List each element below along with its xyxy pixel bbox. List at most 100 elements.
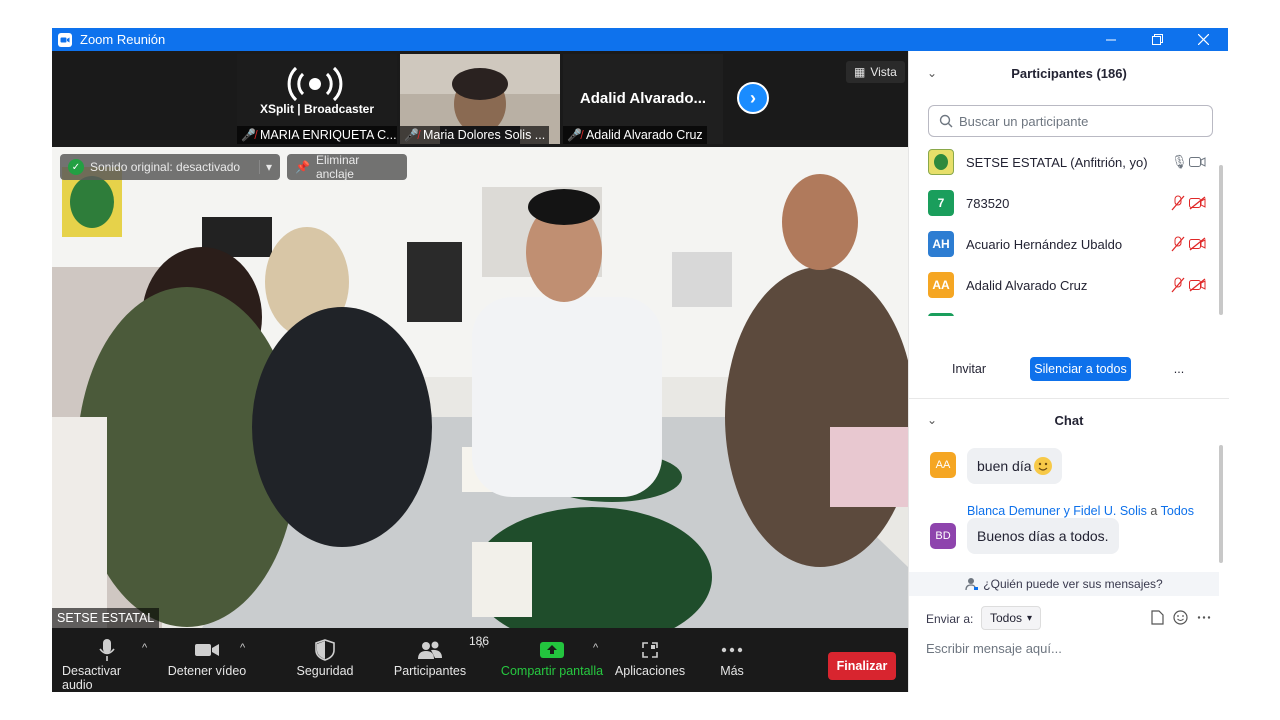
who-can-see-text: ¿Quién puede ver sus mensajes? <box>983 577 1163 591</box>
chevron-down-icon[interactable]: ⌄ <box>927 66 937 80</box>
mute-audio-button[interactable]: Desactivar audio <box>62 636 152 692</box>
participants-icon <box>418 641 442 659</box>
thumbnail-name-text: MARIA ENRIQUETA C... <box>259 128 397 142</box>
main-video[interactable]: ✓ Sonido original: desactivado ▾ 📌 Elimi… <box>52 147 908 628</box>
more-button[interactable]: Más <box>712 636 752 678</box>
minimize-button[interactable] <box>1088 28 1134 51</box>
video-off-icon <box>1189 196 1206 210</box>
participant-avatar: AA <box>928 272 954 298</box>
thumbnail-name: 🎤̸ MARIA ENRIQUETA C... <box>237 126 397 144</box>
original-sound-label: Sonido original: desactivado <box>90 160 241 174</box>
send-to-dropdown[interactable]: Todos ▾ <box>981 606 1042 630</box>
mic-muted-icon: 🎤̸ <box>404 128 419 142</box>
chevron-down-icon[interactable]: ⌄ <box>927 413 937 427</box>
smiley-emoji-icon <box>1033 457 1052 475</box>
mic-muted-icon: 🎤̸ <box>241 128 256 142</box>
apps-button[interactable]: Aplicaciones <box>614 636 686 678</box>
participants-more-button[interactable]: ... <box>1167 357 1191 381</box>
share-screen-icon <box>540 642 564 658</box>
chevron-right-icon: › <box>750 87 756 108</box>
zoom-window: Zoom Reunión XSplit | Broadcaster 🎤̸ MAR… <box>52 28 1229 692</box>
participants-scrollbar[interactable] <box>1219 165 1223 315</box>
participant-name: Adalid Alvarado Cruz <box>966 277 1088 293</box>
participant-name: SETSE ESTATAL (Anfitrión, yo) <box>966 154 1148 170</box>
window-title: Zoom Reunión <box>80 32 166 47</box>
microphone-icon <box>99 639 115 661</box>
video-off-icon <box>1189 278 1206 292</box>
send-to-value: Todos <box>990 611 1023 625</box>
chat-sender-name[interactable]: Blanca Demuner y Fidel U. Solis <box>967 504 1147 518</box>
participants-title: Participantes (186) <box>1011 65 1127 81</box>
chat-avatar: BD <box>930 523 956 549</box>
remove-pin-label: Eliminar anclaje <box>315 153 360 181</box>
chat-message-text: buen día <box>977 458 1032 474</box>
participant-avatar: AH <box>928 231 954 257</box>
chat-scrollbar[interactable] <box>1219 445 1223 563</box>
participant-search-input[interactable]: Buscar un participante <box>928 105 1213 137</box>
host-avatar <box>928 149 954 175</box>
participant-row[interactable]: AA Adalid Alvarado Cruz <box>909 265 1219 305</box>
close-icon <box>1197 34 1209 45</box>
restore-icon <box>1151 34 1163 45</box>
side-panel: ⌄ Participantes (186) Buscar un particip… <box>908 51 1229 692</box>
chat-message-text: Buenos días a todos. <box>977 528 1109 544</box>
participant-thumbnail[interactable]: Adalid Alvarado... 🎤̸ Adalid Alvarado Cr… <box>563 54 723 144</box>
file-icon[interactable] <box>1151 610 1164 625</box>
more-label: Más <box>720 664 744 678</box>
mic-muted-icon <box>1171 277 1185 293</box>
participant-row[interactable]: 7 783520 <box>909 183 1219 223</box>
video-options-caret[interactable]: ^ <box>240 642 245 654</box>
who-can-see-link[interactable]: ¿Quién puede ver sus mensajes? <box>909 572 1219 596</box>
chat-message-input[interactable]: Escribir mensaje aquí... <box>926 641 1062 656</box>
person-lock-icon <box>965 578 979 591</box>
thumbnail-name: 🎤̸ Maria Dolores Solis ... <box>400 126 550 144</box>
xsplit-logo-text: XSplit | Broadcaster <box>259 102 375 116</box>
chevron-down-icon: ▾ <box>258 160 272 174</box>
thumbnail-display-name: Adalid Alvarado... <box>579 90 707 107</box>
participant-thumbnail[interactable]: XSplit | Broadcaster 🎤̸ MARIA ENRIQUETA … <box>237 54 397 144</box>
next-page-button[interactable]: › <box>737 82 769 114</box>
participant-thumbnail[interactable]: 🎤̸ Maria Dolores Solis ... <box>400 54 560 144</box>
restore-button[interactable] <box>1134 28 1180 51</box>
participants-options-caret[interactable]: ^ <box>479 642 484 654</box>
share-screen-button[interactable]: Compartir pantalla <box>500 636 604 678</box>
grid-icon: ▦ <box>854 65 866 79</box>
more-dots-icon[interactable] <box>1197 610 1211 625</box>
stop-video-button[interactable]: Detener vídeo <box>167 636 247 678</box>
shield-icon <box>315 639 335 661</box>
participants-label: Participantes <box>393 664 467 678</box>
mic-muted-icon <box>1171 236 1185 252</box>
emoji-icon[interactable] <box>1173 610 1188 625</box>
chat-to-prefix: a <box>1150 504 1158 518</box>
close-button[interactable] <box>1180 28 1226 51</box>
view-button[interactable]: ▦ Vista <box>846 61 905 83</box>
invite-button[interactable]: Invitar <box>946 357 992 381</box>
share-options-caret[interactable]: ^ <box>593 642 598 654</box>
participant-row[interactable]: AH Acuario Hernández Ubaldo <box>909 224 1219 264</box>
mute-all-button[interactable]: Silenciar a todos <box>1030 357 1131 381</box>
end-meeting-button[interactable]: Finalizar <box>828 652 896 680</box>
chat-title: Chat <box>1054 412 1084 428</box>
participant-row[interactable] <box>909 306 1219 316</box>
mic-muted-icon <box>1171 195 1185 211</box>
audio-options-caret[interactable]: ^ <box>142 642 147 654</box>
participant-name: 783520 <box>966 195 1010 211</box>
chat-recipient[interactable]: Todos <box>1161 504 1194 518</box>
participants-header: ⌄ Participantes (186) <box>909 53 1229 93</box>
participants-button[interactable]: 186 Participantes <box>392 634 489 678</box>
apps-icon <box>642 642 658 658</box>
speaker-name-label: SETSE ESTATAL <box>52 608 160 628</box>
search-placeholder: Buscar un participante <box>959 113 1089 129</box>
logo-icon <box>934 154 948 170</box>
thumbnail-name-text: Maria Dolores Solis ... <box>422 128 546 142</box>
meeting-room-video <box>52 147 908 628</box>
participant-row[interactable]: SETSE ESTATAL (Anfitrión, yo) 🎙 <box>909 142 1219 182</box>
security-button[interactable]: Seguridad <box>292 636 358 678</box>
participant-name: Acuario Hernández Ubaldo <box>966 236 1123 252</box>
zoom-app-icon <box>58 32 72 47</box>
participant-avatar: 7 <box>928 190 954 216</box>
participants-list: SETSE ESTATAL (Anfitrión, yo) 🎙 7 783520… <box>909 142 1219 316</box>
remove-pin-button[interactable]: 📌 Eliminar anclaje <box>287 153 407 181</box>
original-sound-button[interactable]: ✓ Sonido original: desactivado ▾ <box>60 154 280 180</box>
chevron-down-icon: ▾ <box>1027 612 1033 624</box>
